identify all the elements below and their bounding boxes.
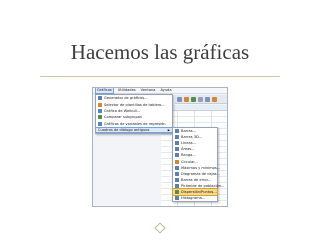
menu-item-label: Circular...	[181, 159, 198, 164]
menu-item-label: Barras...	[181, 129, 197, 134]
range-icon	[175, 153, 179, 158]
spss-screenshot: Gráficos Utilidades Ventana Ayuda Genera…	[92, 87, 228, 207]
select-cases-icon[interactable]	[205, 96, 210, 102]
split-icon[interactable]	[191, 96, 196, 102]
bar-chart-icon	[175, 129, 179, 134]
menu-item-label: Selector de plantillas de tablero...	[104, 102, 165, 107]
weibull-icon	[98, 108, 102, 113]
chart-builder-icon	[98, 96, 102, 101]
pie-chart-icon	[175, 159, 179, 164]
menu-item-label: Barras de error...	[181, 177, 212, 182]
menu-item-label: Cuadros de diálogo antiguos	[98, 128, 150, 133]
menu-item-label: Máximos y mínimos...	[181, 165, 221, 170]
value-labels-icon[interactable]	[212, 96, 217, 102]
menu-item-label: Comparar subgrupos	[104, 115, 142, 120]
diamond-ornament-icon	[154, 222, 166, 234]
slide-title: Hacemos las gráficas	[70, 40, 250, 64]
population-pyramid-icon	[175, 183, 179, 188]
histogram-icon	[175, 196, 179, 201]
table-icon[interactable]	[177, 96, 182, 102]
area-chart-icon	[175, 147, 179, 152]
chart-icon[interactable]	[184, 96, 189, 102]
error-bar-icon	[175, 177, 179, 182]
template-icon	[98, 102, 102, 107]
menu-item-label: Áreas...	[181, 147, 195, 152]
boxplot-icon	[175, 171, 179, 176]
legacy-dialogs-submenu: Barras... Barras 3D... Líneas... Áreas..…	[172, 127, 224, 203]
menu-item-label: Histograma...	[181, 196, 206, 201]
menu-graphs[interactable]: Gráficos	[95, 88, 114, 94]
submenu-item-histogram[interactable]: Histograma...	[173, 195, 217, 201]
scatter-icon	[175, 189, 179, 194]
menu-item-label: Diagramas de cajas...	[181, 171, 220, 176]
menu-item-label: Rango...	[181, 153, 196, 158]
menu-window[interactable]: Ventana	[141, 88, 156, 93]
bar-3d-icon	[175, 135, 179, 140]
menu-utilities[interactable]: Utilidades	[118, 88, 136, 93]
submenu-arrow-icon: ▶	[167, 128, 170, 133]
high-low-icon	[175, 165, 179, 170]
weight-icon[interactable]	[198, 96, 203, 102]
menu-item-label: Gráficos de variables de regresión	[104, 121, 166, 126]
menu-item-label: Pirámide de población...	[181, 183, 225, 188]
line-chart-icon	[175, 141, 179, 146]
menu-item-label: Dispersión/Puntos...	[181, 189, 217, 194]
menu-item-legacy-dialogs[interactable]: Cuadros de diálogo antiguos ▶	[96, 126, 172, 134]
title-divider	[40, 76, 280, 77]
menu-item-label: Gráfico de Weibull...	[104, 108, 141, 113]
menu-item-label: Barras 3D...	[181, 135, 203, 140]
regression-icon	[98, 121, 102, 126]
graphs-menu: Generador de gráficos... Selector de pla…	[95, 94, 173, 135]
menu-item-label: Líneas...	[181, 141, 196, 146]
menu-help[interactable]: Ayuda	[160, 88, 171, 93]
compare-icon	[98, 115, 102, 120]
menu-item-label: Generador de gráficos...	[104, 96, 148, 101]
toolbar	[175, 95, 227, 104]
